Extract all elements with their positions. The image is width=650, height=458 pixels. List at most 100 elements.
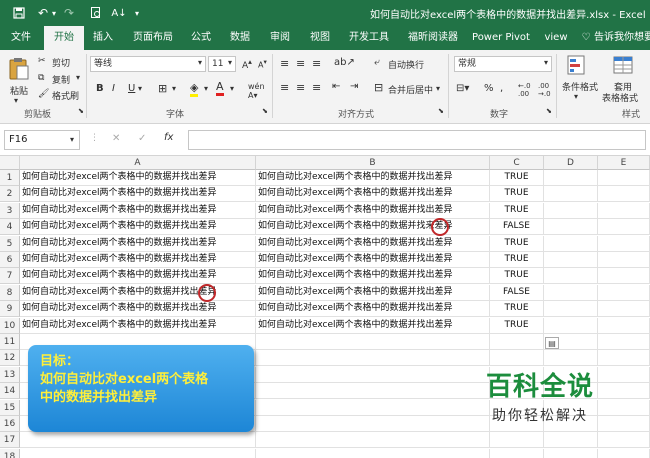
sort-icon[interactable]: A↓ (110, 4, 128, 22)
cell-a[interactable]: 如何自动比对excel两个表格中的数据并找出差异 (20, 219, 256, 235)
format-painter-icon[interactable]: 🖌 (38, 89, 49, 99)
cell-a[interactable]: 如何自动比对excel两个表格中的数据并找出差异 (20, 252, 256, 268)
cell-e[interactable] (598, 268, 650, 284)
font-color-dropdown-icon[interactable]: ▾ (230, 84, 234, 93)
cell-b[interactable]: 如何自动比对excel两个表格中的数据并找出差异 (256, 301, 490, 317)
row-header[interactable]: 11 (0, 334, 20, 350)
underline-dropdown-icon[interactable]: ▾ (138, 84, 142, 93)
cell-c[interactable] (490, 432, 544, 448)
cell-d[interactable] (544, 170, 598, 186)
cell-e[interactable] (598, 170, 650, 186)
redo-icon[interactable]: ↷ (62, 4, 76, 22)
row-header[interactable]: 1 (0, 170, 20, 186)
cell-b[interactable] (256, 383, 490, 399)
undo-dropdown-icon[interactable]: ▾ (50, 4, 58, 22)
tab-home[interactable]: 开始 (44, 26, 84, 50)
clipboard-launcher-icon[interactable]: ⬊ (78, 107, 84, 115)
cell-c[interactable]: TRUE (490, 301, 544, 317)
merge-dropdown-icon[interactable]: ▾ (436, 84, 440, 93)
conditional-format-dropdown-icon[interactable]: ▾ (574, 92, 578, 101)
cell-c[interactable]: TRUE (490, 268, 544, 284)
paste-dropdown-icon[interactable]: ▾ (14, 96, 18, 105)
cell-c[interactable] (490, 350, 544, 366)
cell-c[interactable]: FALSE (490, 285, 544, 301)
tab-insert[interactable]: 插入 (88, 26, 118, 50)
tab-developer[interactable]: 开发工具 (344, 26, 394, 50)
cell-d[interactable] (544, 186, 598, 202)
cell-c[interactable] (490, 449, 544, 458)
cell-a[interactable]: 如何自动比对excel两个表格中的数据并找出差异 (20, 318, 256, 334)
cell-b[interactable] (256, 334, 490, 350)
cell-d[interactable] (544, 449, 598, 458)
font-color-icon[interactable]: A (216, 80, 224, 96)
row-header[interactable]: 12 (0, 350, 20, 366)
cell-d[interactable] (544, 219, 598, 235)
row-header[interactable]: 10 (0, 318, 20, 334)
row-header[interactable]: 13 (0, 367, 20, 383)
align-right-icon[interactable]: ≡ (312, 81, 321, 94)
cell-c[interactable]: TRUE (490, 236, 544, 252)
name-box[interactable]: F16 (4, 130, 80, 150)
cell-b[interactable]: 如何自动比对excel两个表格中的数据并找出差异 (256, 170, 490, 186)
cell-e[interactable] (598, 318, 650, 334)
font-name-dropdown-icon[interactable]: ▾ (198, 58, 202, 67)
format-as-table-icon[interactable] (612, 54, 636, 78)
currency-icon[interactable]: ⊟▾ (456, 83, 469, 94)
column-header-c[interactable]: C (490, 156, 544, 170)
alignment-launcher-icon[interactable]: ⬊ (438, 107, 444, 115)
cell-e[interactable] (598, 252, 650, 268)
row-header[interactable]: 2 (0, 186, 20, 202)
formula-input[interactable] (188, 130, 646, 150)
number-format-select[interactable]: 常规 (454, 56, 552, 72)
row-header[interactable]: 6 (0, 252, 20, 268)
copy-icon[interactable]: ⧉ (38, 73, 44, 83)
row-header[interactable]: 18 (0, 449, 20, 458)
cell-c[interactable]: TRUE (490, 186, 544, 202)
row-header[interactable]: 5 (0, 236, 20, 252)
cell-a[interactable]: 如何自动比对excel两个表格中的数据并找出差异 (20, 170, 256, 186)
cell-b[interactable] (256, 416, 490, 432)
cell-b[interactable]: 如何自动比对excel两个表格中的数据并找出差异 (256, 236, 490, 252)
cell-c[interactable]: TRUE (490, 318, 544, 334)
cell-a[interactable]: 如何自动比对excel两个表格中的数据并找出差异 (20, 301, 256, 317)
font-name-select[interactable]: 等线 (90, 56, 206, 72)
row-header[interactable]: 16 (0, 416, 20, 432)
cell-b[interactable]: 如何自动比对excel两个表格中的数据并找出差异 (256, 203, 490, 219)
grow-font-icon[interactable]: A▴ (242, 57, 252, 71)
merge-center-icon[interactable]: ⊟ (374, 81, 383, 94)
name-box-dropdown-icon[interactable]: ▾ (70, 135, 74, 144)
cell-b[interactable] (256, 400, 490, 416)
paste-options-icon[interactable]: ▤ (545, 337, 559, 349)
lightbulb-icon[interactable]: ♡ (580, 26, 592, 50)
bold-button[interactable]: B (96, 83, 104, 94)
cell-e[interactable] (598, 219, 650, 235)
cell-d[interactable] (544, 432, 598, 448)
row-header[interactable]: 4 (0, 219, 20, 235)
cell-a[interactable]: 如何自动比对excel两个表格中的数据并找出差异 (20, 268, 256, 284)
font-size-dropdown-icon[interactable]: ▾ (228, 58, 232, 67)
cell-c[interactable] (490, 334, 544, 350)
number-format-dropdown-icon[interactable]: ▾ (544, 58, 548, 67)
cell-d[interactable] (544, 301, 598, 317)
row-header[interactable]: 9 (0, 301, 20, 317)
column-header-a[interactable]: A (20, 156, 256, 170)
cut-icon[interactable]: ✂ (38, 56, 46, 66)
cut-button[interactable]: 剪切 (52, 56, 70, 69)
decrease-decimal-icon[interactable]: .00 →.0 (538, 82, 551, 98)
cell-c[interactable]: TRUE (490, 252, 544, 268)
paste-button[interactable]: 粘贴 (10, 84, 28, 97)
cell-b[interactable] (256, 432, 490, 448)
cell-a[interactable] (20, 449, 256, 458)
cell-e[interactable] (598, 186, 650, 202)
decrease-indent-icon[interactable]: ⇤ (332, 81, 340, 92)
increase-decimal-icon[interactable]: ←.0.00 (518, 82, 531, 98)
cell-e[interactable] (598, 285, 650, 301)
fill-color-dropdown-icon[interactable]: ▾ (204, 84, 208, 93)
cell-b[interactable] (256, 367, 490, 383)
italic-button[interactable]: I (112, 83, 115, 94)
cell-a[interactable] (20, 432, 256, 448)
cell-d[interactable] (544, 203, 598, 219)
enter-icon[interactable]: ✓ (138, 133, 146, 144)
cell-e[interactable] (598, 350, 650, 366)
paste-icon[interactable] (6, 56, 32, 82)
